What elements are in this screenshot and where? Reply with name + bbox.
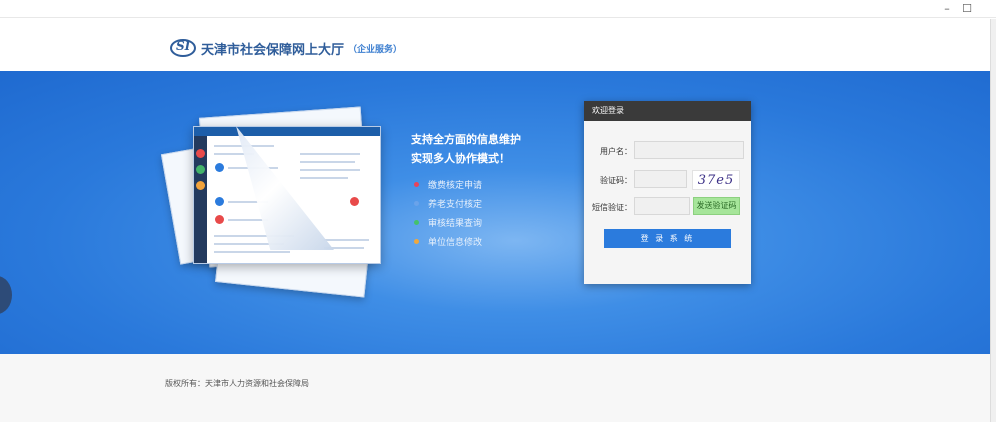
bullet-dot-icon (414, 219, 419, 225)
login-panel-header: 欢迎登录 (584, 101, 751, 121)
bullet-dot-icon (414, 181, 419, 187)
feature-item-review-query: 审核结果查询 (414, 216, 482, 229)
site-header: SI 天津市社会保障网上大厅 （企业服务） (0, 19, 990, 71)
bullet-dot-icon (414, 238, 419, 244)
username-label: 用户名： (600, 147, 632, 156)
feature-headline-2: 实现多人协作模式！ (411, 152, 510, 165)
captcha-input[interactable] (634, 170, 687, 188)
captcha-label: 验证码： (600, 176, 632, 185)
maximize-button[interactable]: ☐ (960, 2, 974, 16)
sms-code-input[interactable] (634, 197, 690, 215)
feature-item-pension-payment: 养老支付核定 (414, 197, 482, 210)
site-subtitle: （企业服务） (348, 44, 403, 55)
window-scrollbar[interactable] (990, 19, 996, 422)
login-submit-button[interactable]: 登 录 系 统 (604, 229, 731, 248)
feature-item-org-info-edit: 单位信息修改 (414, 235, 482, 248)
window-title-bar: – ☐ (0, 0, 996, 18)
sms-code-label: 短信验证： (592, 203, 632, 212)
captcha-image[interactable]: 37e5 (692, 170, 740, 190)
feature-headline-1: 支持全方面的信息维护 (411, 133, 521, 146)
hero-banner (0, 71, 990, 354)
social-security-logo-icon: SI (170, 39, 196, 57)
feature-item-fee-approval: 缴费核定申请 (414, 178, 482, 191)
bullet-dot-icon (414, 200, 419, 206)
page-footer: 版权所有：天津市人力资源和社会保障局 (0, 354, 990, 422)
send-sms-code-button[interactable]: 发送验证码 (693, 197, 740, 215)
site-title: 天津市社会保障网上大厅 (201, 42, 345, 58)
copyright-text: 版权所有：天津市人力资源和社会保障局 (165, 379, 309, 388)
username-input[interactable] (634, 141, 744, 159)
carousel-prev-handle[interactable] (0, 276, 12, 314)
minimize-button[interactable]: – (940, 2, 954, 16)
site-logo[interactable]: SI 天津市社会保障网上大厅 （企业服务） (170, 37, 402, 59)
login-panel: 欢迎登录 (584, 101, 751, 284)
